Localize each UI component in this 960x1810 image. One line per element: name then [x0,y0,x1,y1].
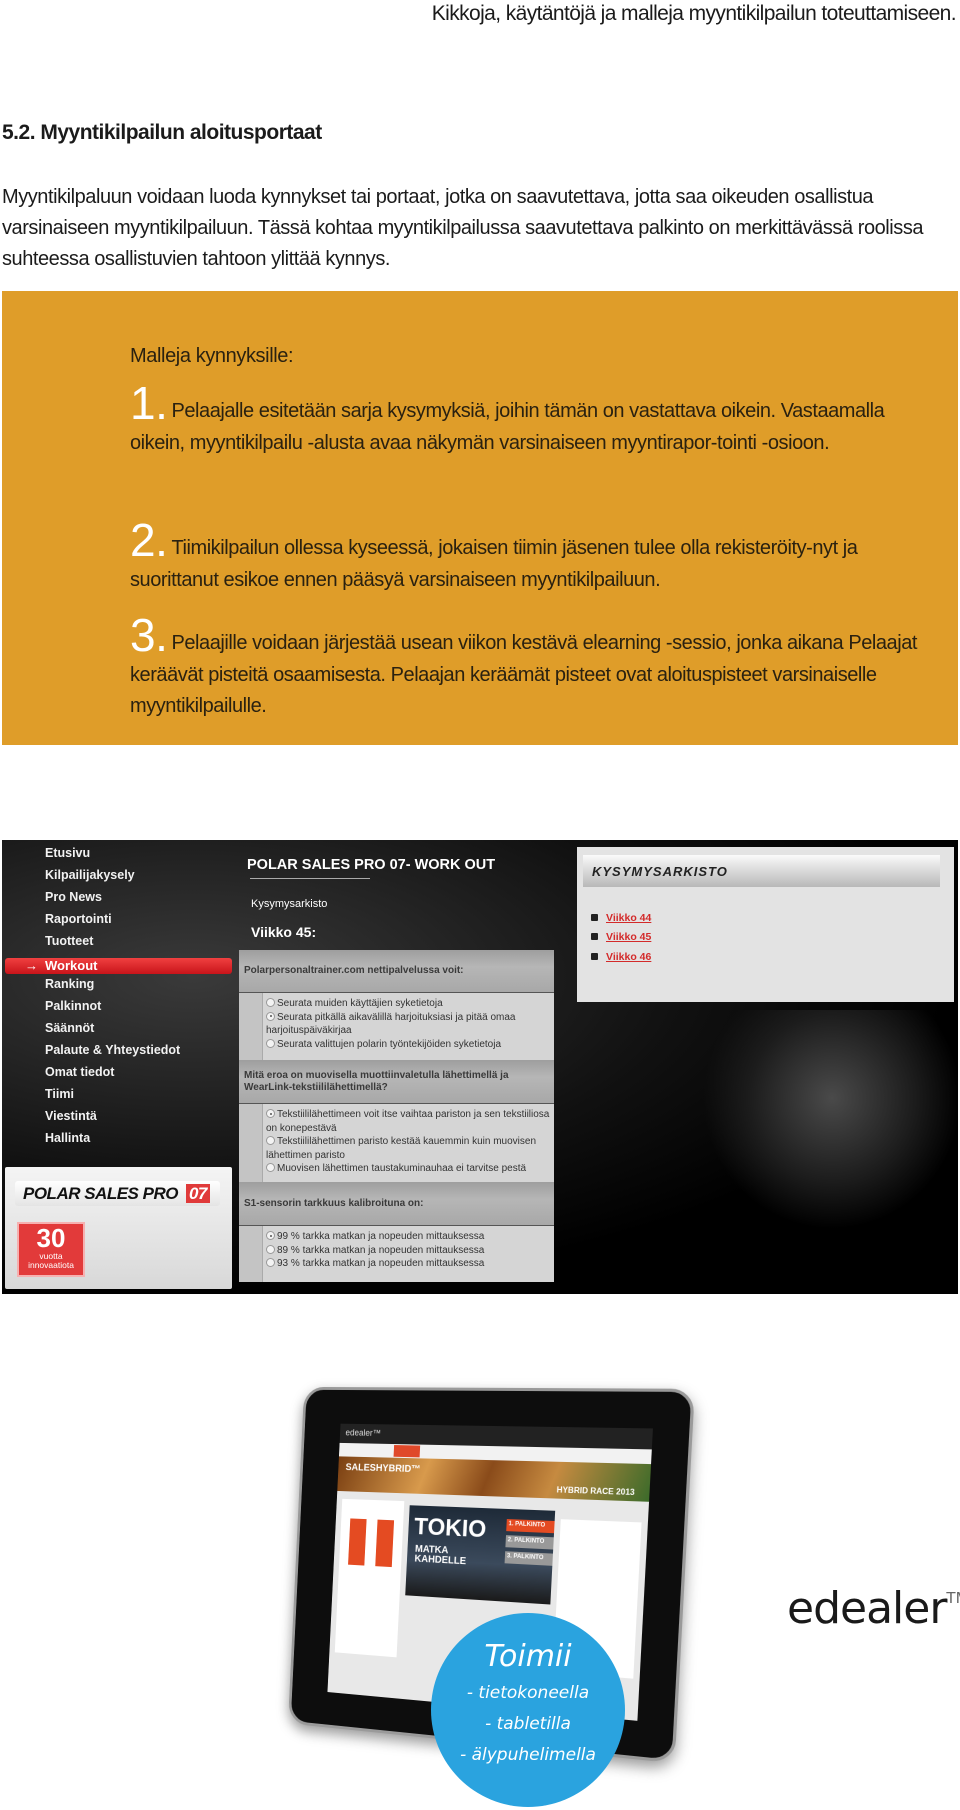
running-header: Kikkoja, käytäntöjä ja malleja myyntikil… [431,2,957,25]
question-text: S1-sensorin tarkkuus kalibroituna on: [239,1182,554,1226]
sidebar-item[interactable]: Etusivu [45,846,90,860]
quiz-panel: Polarpersonaltrainer.com nettipalvelussa… [239,950,554,1282]
radio-button[interactable] [266,1038,275,1048]
answer-option[interactable]: 93 % tarkka matkan ja nopeuden mittaukse… [266,1257,551,1271]
question-text: Mitä eroa on muovisella muottiinvaletull… [239,1060,554,1104]
item-number: 3. [130,609,168,661]
bullet-arrow-icon [591,914,598,921]
question-text: Polarpersonaltrainer.com nettipalvelussa… [239,950,554,993]
archive-link-week-46[interactable]: Viikko 46 [591,951,651,963]
radio-button[interactable] [266,998,275,1007]
radio-button[interactable] [266,1109,275,1118]
answer-option[interactable]: 99 % tarkka matkan ja nopeuden mittaukse… [266,1230,551,1244]
archive-title: KYSYMYSARKISTO [583,855,940,887]
logo-panel: POLAR SALES PRO 07 30 vuotta innovaatiota [5,1167,232,1289]
title-underline [250,878,370,879]
polar-sales-pro-screenshot: Etusivu Kilpailijakysely Pro News Raportoin… [2,840,958,1294]
sidebar-item[interactable]: Viestintä [45,1109,97,1123]
item-text: Tiimikilpailun ollessa kyseessä, jokaise… [130,537,858,591]
answer-option[interactable]: Muovisen lähettimen taustakuminauhaa ei … [266,1162,551,1176]
answer-options: 99 % tarkka matkan ja nopeuden mittaukse… [239,1226,554,1282]
workout-title: POLAR SALES PRO 07- WORK OUT [247,857,496,873]
model-item-3: 3. Pelaajille voidaan järjestää usean vii… [130,612,940,723]
week-heading: Viikko 45: [251,924,317,940]
edealer-logo: edealerTM [787,1583,960,1634]
sidebar-item[interactable]: Hallinta [45,1131,90,1145]
sidebar-item-workout[interactable]: → Workout [5,957,232,974]
answer-option[interactable]: Tekstiililähettimen paristo kestää kauem… [266,1135,551,1162]
bullet-arrow-icon [591,953,598,960]
sidebar-item[interactable]: Säännöt [45,1021,94,1035]
answer-options: Tekstiililähettimeen voit itse vaihtaa p… [239,1104,554,1182]
section-heading: 5.2. Myyntikilpailun aloitusportaat [2,121,322,144]
model-item-2: 2. Tiimikilpailun ollessa kyseessä, jokai… [130,517,940,596]
answer-option[interactable]: 89 % tarkka matkan ja nopeuden mittaukse… [266,1244,551,1258]
answer-option[interactable]: Tekstiililähettimeen voit itse vaihtaa p… [266,1108,551,1135]
item-number: 2. [130,514,168,566]
item-number: 1. [130,377,168,429]
archive-subtitle: Kysymysarkisto [251,898,328,910]
sidebar-item[interactable]: Tuotteet [45,934,93,948]
radio-button[interactable] [266,1244,275,1254]
answer-option[interactable]: Seurata pitkällä aikavälillä harjoituksi… [266,1011,551,1038]
sidebar-item[interactable]: Tiimi [45,1087,74,1101]
30-years-badge: 30 vuotta innovaatiota [17,1222,85,1277]
sidebar-item[interactable]: Palaute & Yhteystiedot [45,1043,180,1057]
arrow-right-icon: → [25,957,38,973]
sidebar-item[interactable]: Kilpailijakysely [45,868,135,882]
radio-button[interactable] [266,1011,275,1021]
threshold-models-box: Malleja kynnyksille: 1. Pelaajalle esitet… [2,291,958,745]
archive-box: KYSYMYSARKISTO Viikko 44 Viikko 45 Viikk… [577,847,954,1002]
radio-button[interactable] [266,1258,275,1267]
sidebar-item[interactable]: Palkinnot [45,999,101,1013]
polar-sales-pro-logo: POLAR SALES PRO 07 [15,1181,220,1206]
answer-option[interactable]: Seurata muiden käyttäjien syketietoja [266,997,551,1011]
radio-button[interactable] [266,1231,275,1240]
item-text: Pelaajalle esitetään sarja kysymyksiä, j… [130,400,885,454]
sidebar-item[interactable]: Omat tiedot [45,1065,114,1079]
tablet-promo: TOKIO MATKA KAHDELLE 1. PALKINTO 2. PALK… [405,1505,556,1605]
answer-option[interactable]: Seurata valittujen polarin työntekijöide… [266,1038,551,1052]
tablet-banner: SALESHYBRID™ HYBRID RACE 2013 [337,1456,652,1502]
intro-paragraph: Myyntikilpaluun voidaan luoda kynnykset … [2,186,924,270]
bullet-arrow-icon [591,933,598,940]
radio-button[interactable] [266,1136,275,1145]
sidebar-item[interactable]: Raportointi [45,912,112,926]
works-everywhere-bubble: Toimii - tietokoneella - tabletilla - äl… [431,1613,625,1807]
archive-link-week-44[interactable]: Viikko 44 [591,912,651,924]
model-item-1: 1. Pelaajalle esitetään sarja kysymyksiä,… [130,380,940,459]
sidebar-item[interactable]: Ranking [45,977,94,991]
archive-link-week-45[interactable]: Viikko 45 [591,931,651,943]
sidebar-item[interactable]: Pro News [45,890,102,904]
answer-options: Seurata muiden käyttäjien syketietoja Seu… [239,993,554,1060]
item-text: Pelaajille voidaan järjestää usean viiko… [130,632,918,717]
box-lead: Malleja kynnyksille: [130,345,294,367]
radio-button[interactable] [266,1163,275,1172]
